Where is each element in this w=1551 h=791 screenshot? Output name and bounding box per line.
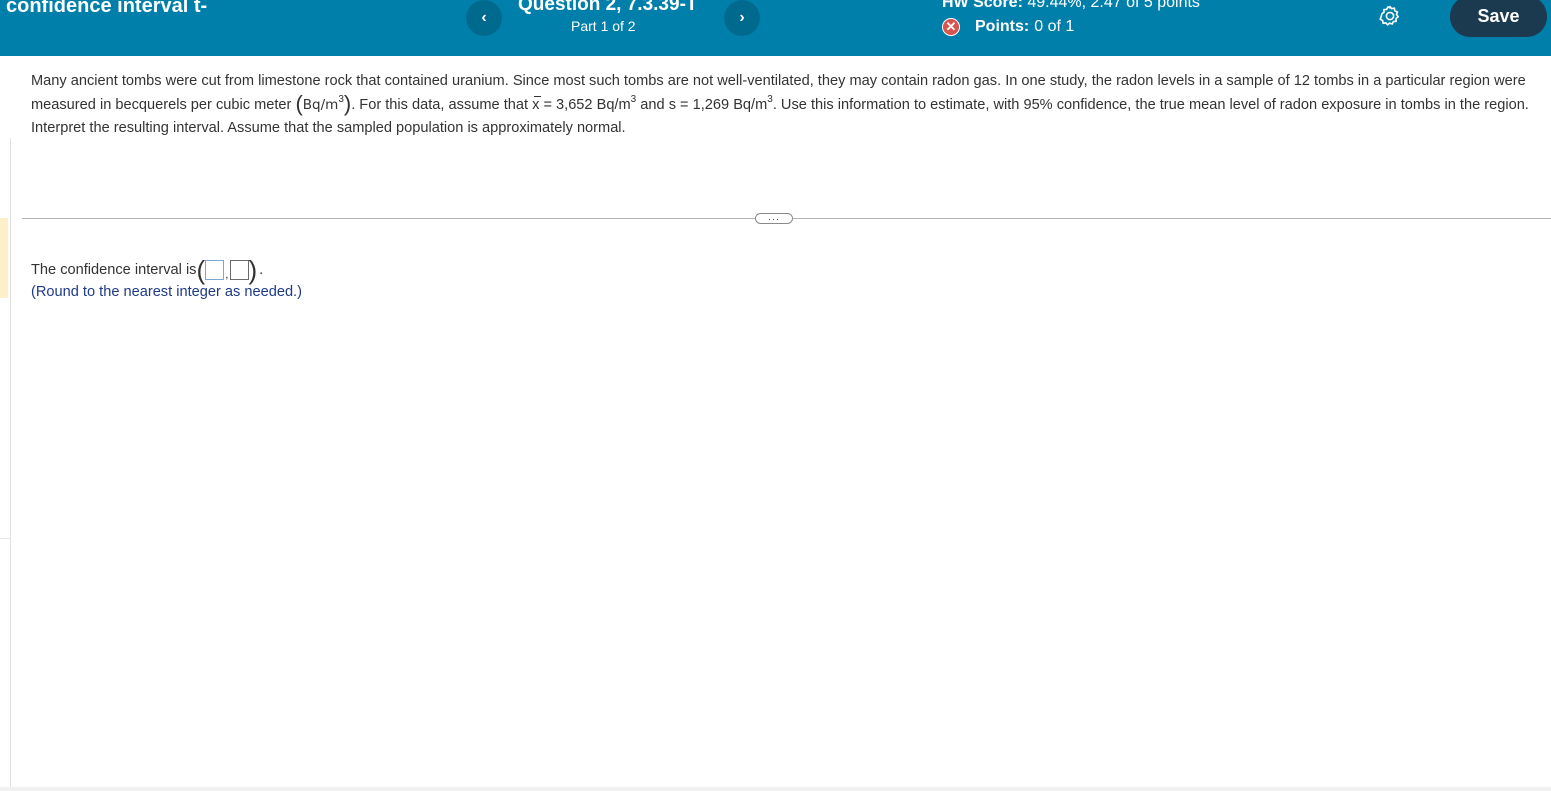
xbar-value: = 3,652 Bq/m [539, 96, 631, 113]
gear-icon[interactable] [1378, 4, 1402, 28]
left-accent [0, 218, 8, 298]
problem-statement: Many ancient tombs were cut from limesto… [31, 70, 1546, 141]
hw-score-value: 49.44%, 2.47 of 5 points [1027, 0, 1200, 11]
answer-open-paren: ( [196, 255, 206, 285]
round-note: (Round to the nearest integer as needed.… [31, 284, 302, 300]
assignment-title: confidence interval t- [6, 0, 208, 17]
points: ✕ Points: 0 of 1 [942, 17, 1074, 37]
unit-open-paren: ( [295, 90, 303, 116]
x-circle-icon: ✕ [942, 18, 960, 36]
answer-separator: , [225, 267, 229, 281]
answer-close-paren: ) [248, 255, 258, 285]
points-value: 0 of 1 [1034, 18, 1075, 35]
part-label: Part 1 of 2 [571, 18, 636, 34]
more-button[interactable]: ··· [755, 213, 793, 224]
chevron-left-icon: ‹ [481, 9, 487, 26]
hw-score-label: HW Score: [942, 0, 1023, 11]
left-rule [10, 138, 11, 791]
points-label: Points: [975, 18, 1030, 35]
problem-text-2: . For this data, assume that [351, 96, 533, 113]
previous-question-button[interactable]: ‹ [466, 0, 502, 36]
answer-period: . [259, 262, 264, 278]
chevron-right-icon: › [739, 9, 745, 26]
next-question-button[interactable]: › [724, 0, 760, 36]
save-button[interactable]: Save [1450, 0, 1547, 37]
problem-text-3: and s = 1,269 Bq/m [636, 96, 768, 113]
lower-bound-input[interactable] [205, 260, 225, 280]
left-accent-divider [0, 538, 10, 539]
answer-line: The confidence interval is ( , ) . [31, 255, 264, 285]
upper-bound-input[interactable] [229, 260, 249, 280]
unit-text: Bq/m [302, 96, 339, 113]
answer-prompt: The confidence interval is [31, 262, 197, 278]
top-bar: confidence interval t- ‹ Question 2, 7.3… [0, 0, 1551, 56]
question-title: Question 2, 7.3.39-T [518, 0, 698, 15]
hw-score: HW Score: 49.44%, 2.47 of 5 points [942, 0, 1200, 12]
bottom-strip [0, 787, 1551, 791]
xbar-symbol: x [532, 94, 542, 118]
